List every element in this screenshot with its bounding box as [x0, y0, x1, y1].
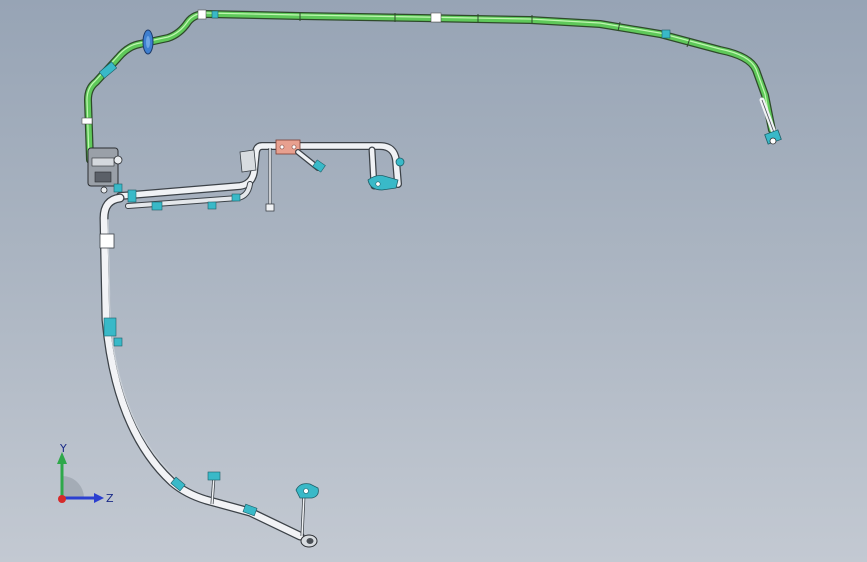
- valve-knob[interactable]: [395, 157, 405, 167]
- triad-quadrant: [62, 476, 84, 498]
- junction-detail: [94, 171, 112, 183]
- pipe-clamp[interactable]: [207, 201, 217, 210]
- pipe-joint: [430, 12, 442, 23]
- end-fitting-port: [769, 137, 777, 145]
- green-pipe-assembly[interactable]: [81, 9, 782, 164]
- eye-bracket-hole: [303, 488, 309, 494]
- standoff-cap[interactable]: [207, 471, 221, 481]
- pipe-clamp[interactable]: [151, 201, 163, 211]
- y-axis-label: Y: [59, 442, 67, 455]
- z-arrowhead-icon: [94, 493, 104, 503]
- junction-bolt: [100, 186, 108, 194]
- fitting[interactable]: [81, 117, 93, 125]
- pipe-sleeve[interactable]: [103, 317, 117, 337]
- hanger-foot[interactable]: [265, 203, 275, 212]
- white-pipe-lower-assembly[interactable]: [99, 193, 319, 548]
- pipe-joint: [197, 9, 207, 20]
- white-pipe-drop-outline: [99, 193, 305, 541]
- white-pipe-drop: [100, 194, 304, 540]
- white-pipe-outline: [116, 142, 402, 200]
- pipe-clamp[interactable]: [211, 10, 219, 19]
- end-bracket-hole: [375, 181, 381, 187]
- pipe-clamp[interactable]: [231, 193, 241, 202]
- 3d-model-viewport[interactable]: [0, 0, 867, 562]
- junction-block[interactable]: [87, 147, 123, 194]
- white-pipe-upper-assembly[interactable]: [116, 139, 405, 212]
- pipe-clamp[interactable]: [113, 337, 123, 347]
- pipe-sleeve[interactable]: [99, 233, 115, 249]
- pipe-clamp[interactable]: [127, 189, 137, 203]
- flange-bolt: [291, 144, 297, 150]
- z-axis-label: Z: [106, 492, 114, 505]
- coordinate-triad: Y Z: [57, 442, 114, 505]
- junction-detail: [91, 157, 115, 167]
- drop-end-port: [306, 538, 314, 544]
- grommet-flange-inner: [146, 36, 150, 48]
- x-axis-dot-icon: [58, 495, 66, 503]
- pipe-clamp[interactable]: [661, 29, 671, 39]
- junction-clip[interactable]: [113, 183, 123, 193]
- flange-bolt: [279, 144, 285, 150]
- corner-bracket[interactable]: [239, 149, 257, 173]
- junction-bolt: [113, 155, 123, 165]
